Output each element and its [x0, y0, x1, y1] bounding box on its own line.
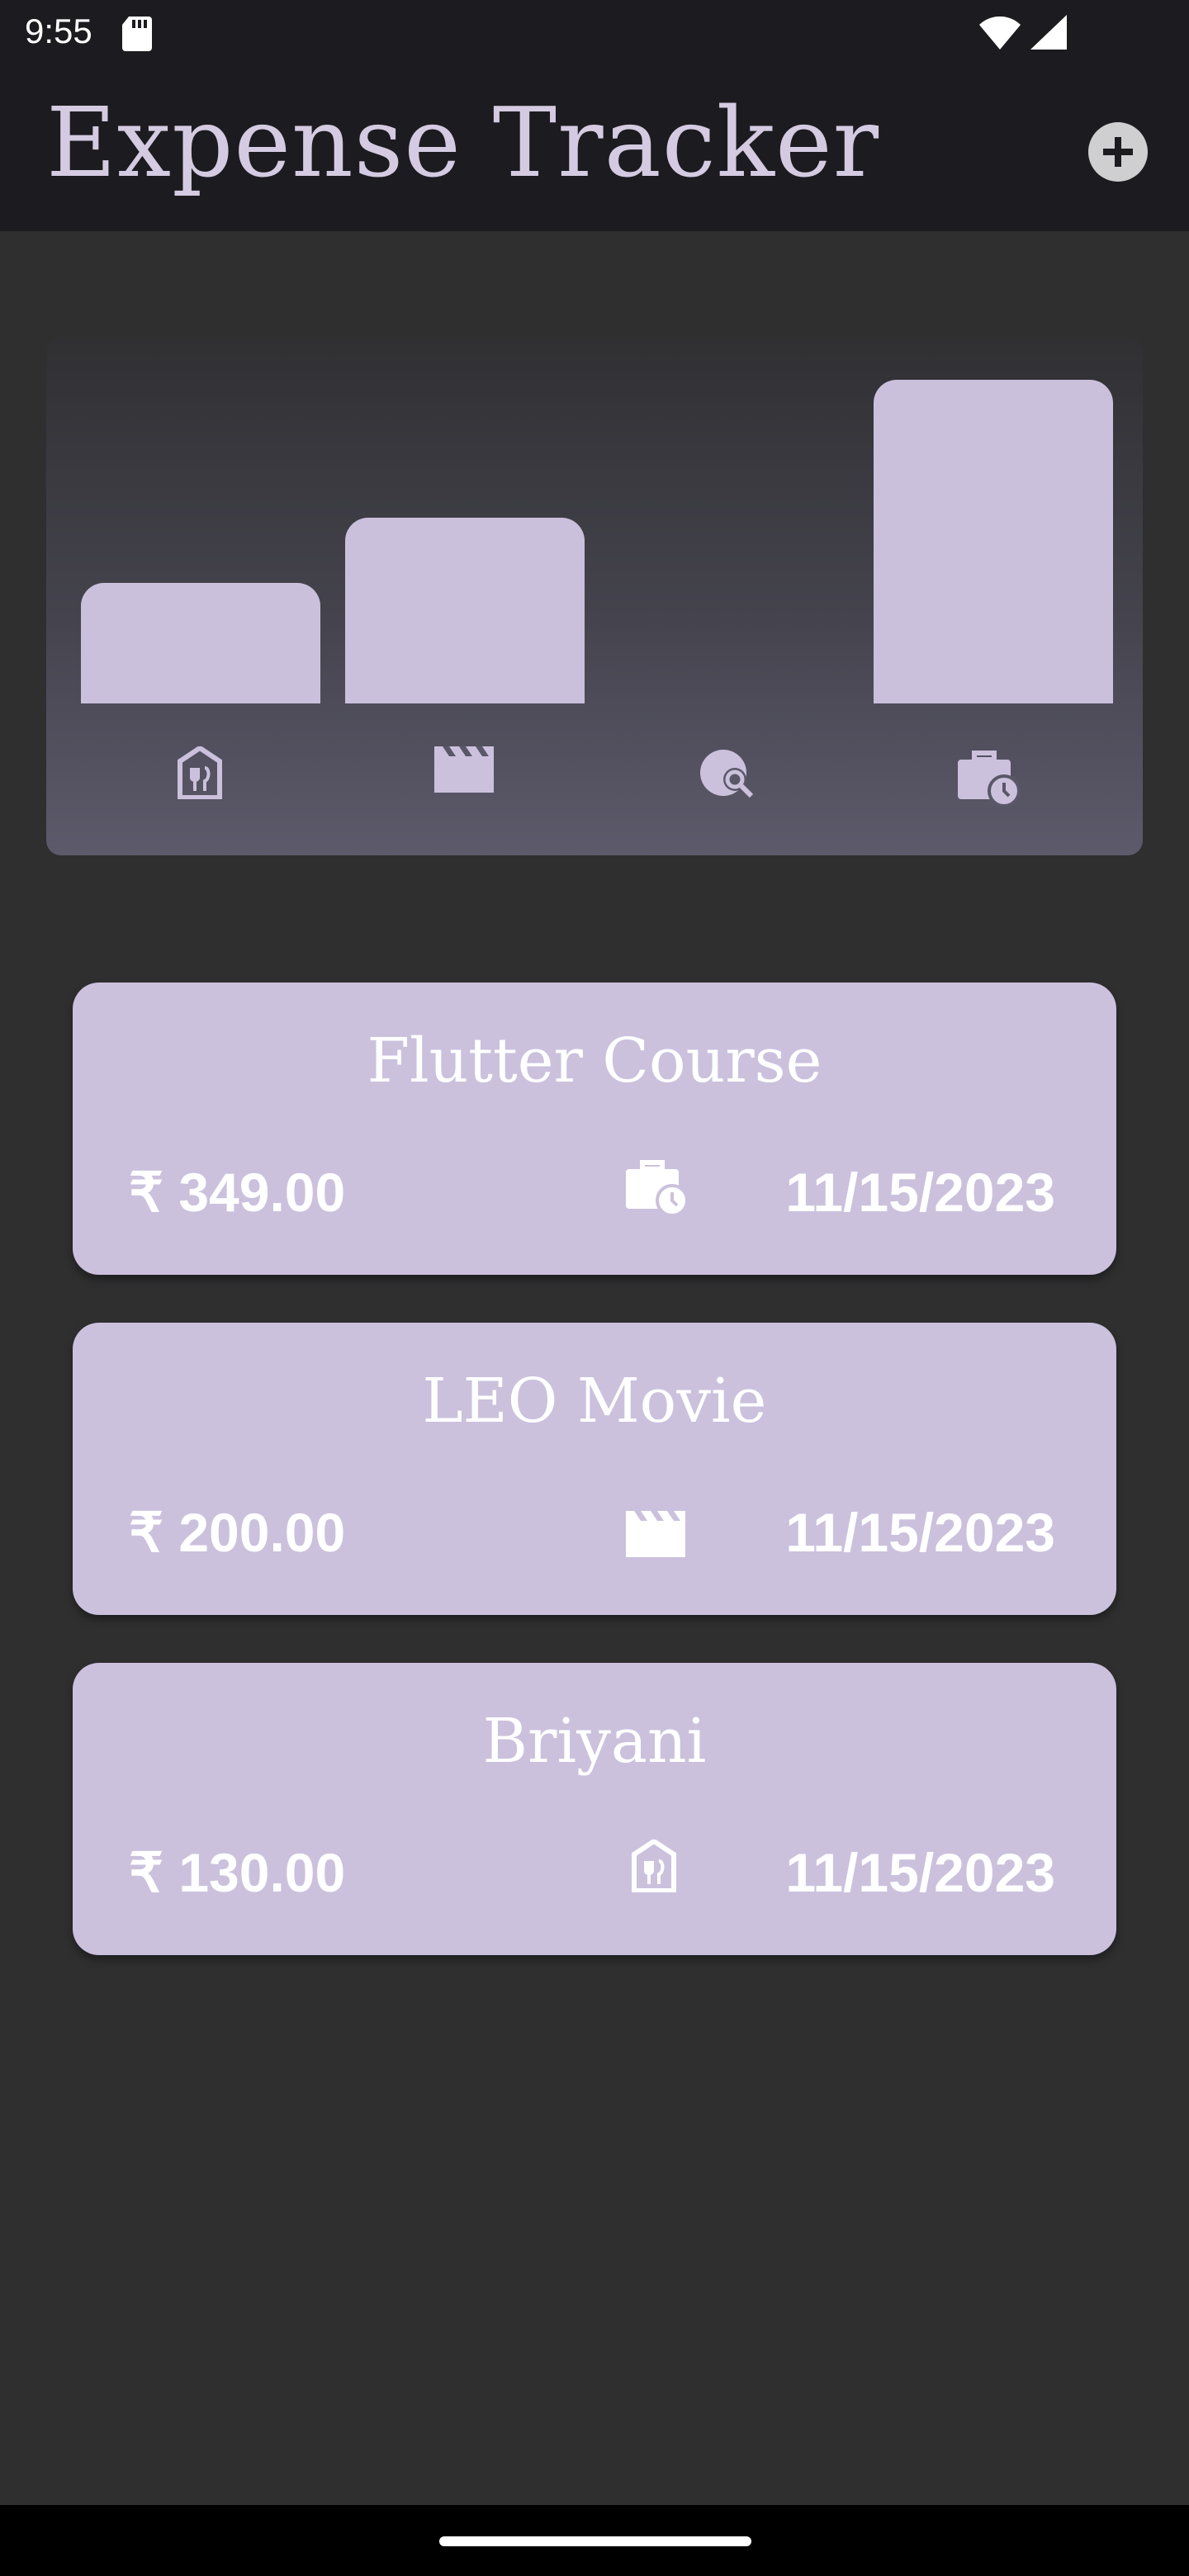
home-indicator[interactable]: [439, 2536, 751, 2546]
work-history-icon: [958, 746, 1021, 810]
wifi-icon: [979, 16, 1021, 54]
sd-card-icon: [122, 17, 152, 55]
chart-bar-work: [874, 380, 1113, 703]
restaurant-icon: [631, 1838, 677, 1896]
page-title: Expense Tracker: [46, 88, 880, 199]
status-bar: 9:55: [0, 0, 1189, 69]
status-time: 9:55: [25, 12, 92, 50]
expense-card[interactable]: LEO Movie ₹ 200.00 11/15/2023: [73, 1323, 1116, 1615]
chart-bar-food: [81, 582, 320, 703]
expense-date: 11/15/2023: [785, 1502, 1055, 1563]
expense-amount: ₹ 200.00: [129, 1502, 346, 1563]
expense-title: LEO Movie: [422, 1366, 767, 1437]
chart-bar-slot-leisure: [345, 380, 585, 703]
add-expense-button[interactable]: [1088, 122, 1148, 182]
chart-bar-slot-work: [874, 380, 1113, 703]
expense-card[interactable]: Briyani ₹ 130.00 11/15/2023: [73, 1663, 1116, 1955]
restaurant-icon: [177, 745, 223, 803]
expense-card[interactable]: Flutter Course ₹ 349.00 11/15/2023: [73, 983, 1116, 1275]
chart-bar-leisure: [345, 518, 585, 703]
system-nav-bar: [0, 2505, 1189, 2576]
expense-chart: [46, 337, 1143, 855]
travel-explore-icon: [699, 746, 758, 803]
expense-title: Briyani: [482, 1706, 707, 1777]
signal-icon: [1030, 15, 1067, 54]
chart-bar-slot-travel: [609, 380, 849, 703]
expense-date: 11/15/2023: [785, 1162, 1055, 1223]
movie-icon: [434, 746, 494, 797]
work-history-icon: [626, 1156, 689, 1219]
expense-date: 11/15/2023: [785, 1842, 1055, 1903]
chart-bars: [46, 337, 1143, 703]
movie-icon: [626, 1511, 685, 1561]
chart-bar-slot-food: [81, 380, 320, 703]
expense-title: Flutter Course: [367, 1025, 822, 1096]
expense-amount: ₹ 130.00: [129, 1842, 346, 1903]
app-bar: Expense Tracker: [0, 69, 1189, 231]
expense-amount: ₹ 349.00: [129, 1162, 346, 1223]
